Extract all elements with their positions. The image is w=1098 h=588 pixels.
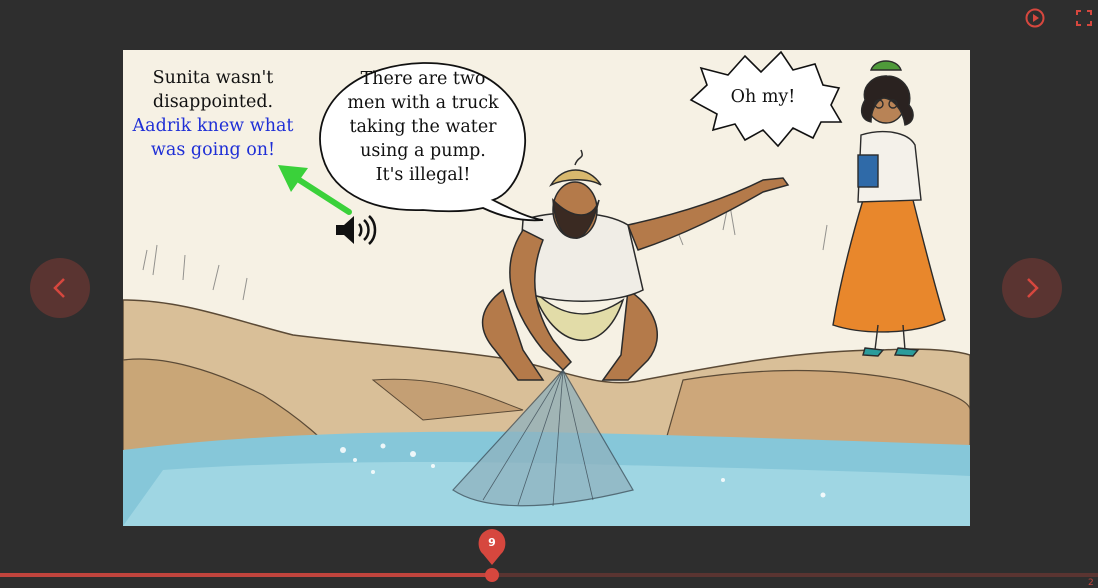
chevron-left-icon <box>53 278 65 298</box>
next-page-button[interactable] <box>1002 258 1062 318</box>
narration-highlight-line: was going on! <box>150 140 276 160</box>
play-circle-icon[interactable] <box>1025 8 1045 28</box>
chevron-right-icon <box>1027 278 1039 298</box>
speaker-icon[interactable] <box>334 213 380 247</box>
page-total-label: 2 <box>1088 578 1094 588</box>
speech-bubble-small: Oh my! <box>730 87 796 107</box>
narration-text: Sunita wasn't disappointed. Aadrik knew … <box>123 66 303 162</box>
narration-line: disappointed. <box>152 92 274 112</box>
speech-line: There are two <box>360 69 486 89</box>
story-page: Sunita wasn't disappointed. Aadrik knew … <box>123 50 970 526</box>
speech-bubble-main: There are two men with a truck taking th… <box>336 67 510 187</box>
storybook-viewer: Sunita wasn't disappointed. Aadrik knew … <box>0 0 1098 588</box>
progress-timeline[interactable] <box>0 573 1098 577</box>
fullscreen-icon[interactable] <box>1074 8 1094 28</box>
narration-line: Sunita wasn't <box>152 68 274 88</box>
speech-line: men with a truck <box>347 93 499 113</box>
progress-fill <box>0 573 492 577</box>
previous-page-button[interactable] <box>30 258 90 318</box>
speech-line: taking the water <box>349 117 497 137</box>
speech-line: It's illegal! <box>375 165 471 185</box>
current-page-number: 9 <box>488 536 496 549</box>
timeline-handle[interactable] <box>485 568 499 582</box>
speech-line: using a pump. <box>360 141 486 161</box>
narration-highlight-line: Aadrik knew what <box>132 116 294 136</box>
